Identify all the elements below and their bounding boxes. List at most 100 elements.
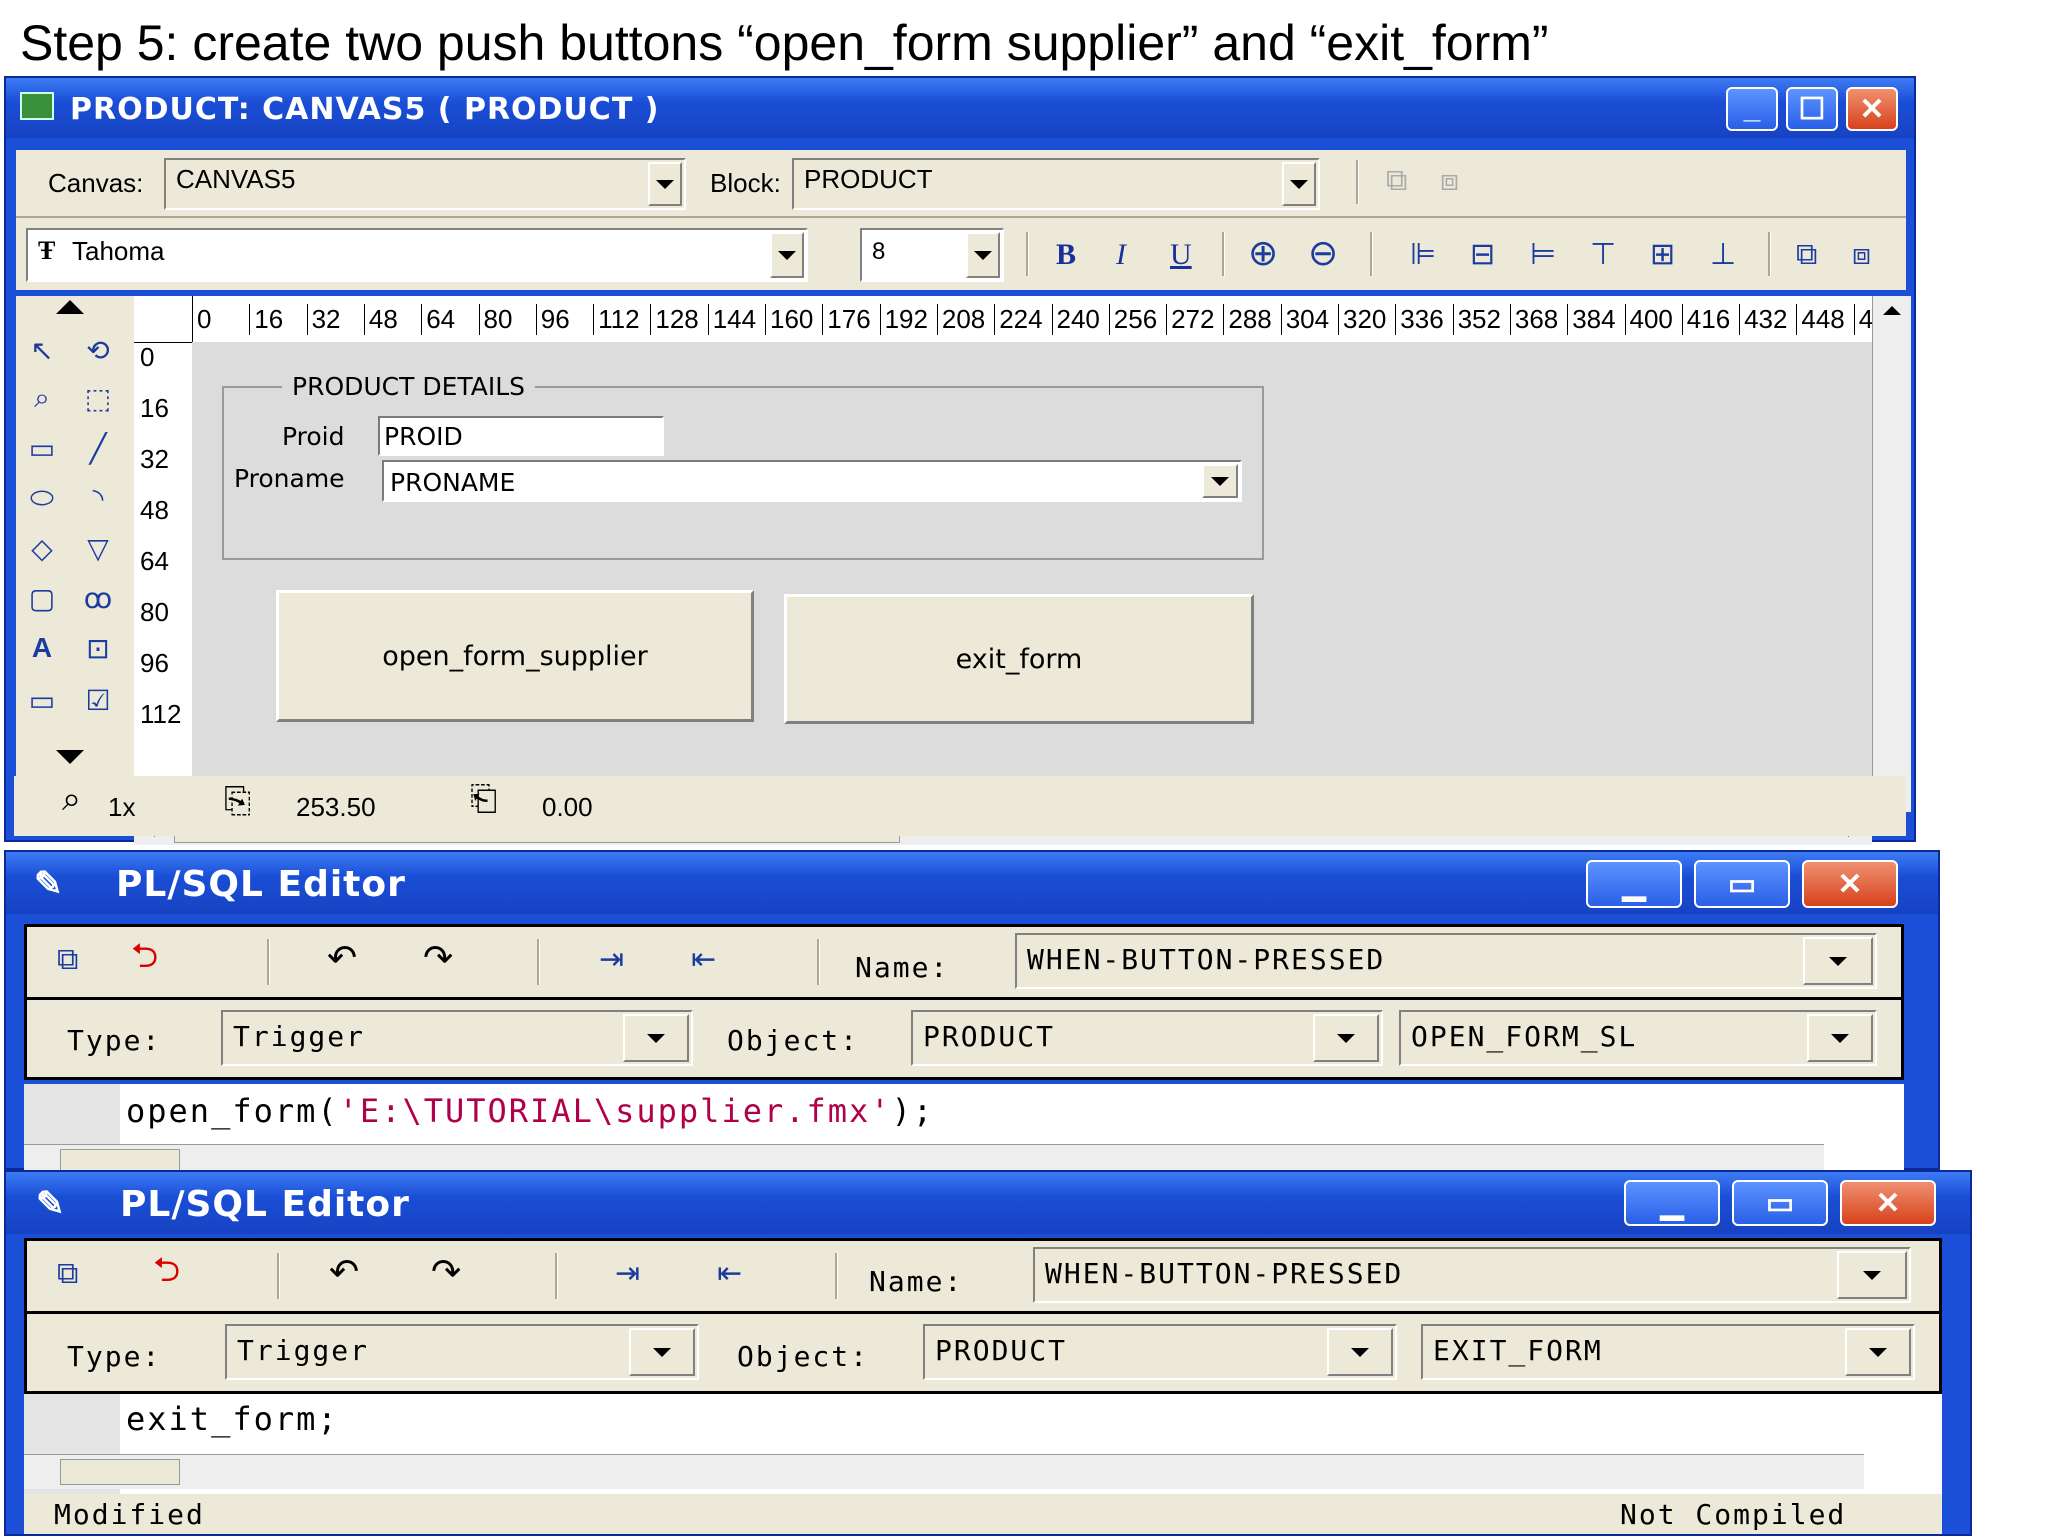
editor-icon: ✎: [34, 865, 63, 903]
bring-to-front-icon[interactable]: ⧉: [1796, 240, 1817, 270]
editor1-name-dropdown[interactable]: [1803, 937, 1873, 985]
rotate-tool-icon[interactable]: ⟲: [76, 330, 120, 370]
font-dropdown-button[interactable]: [770, 232, 804, 278]
proid-field[interactable]: PROID: [378, 416, 664, 456]
editor2-object-select[interactable]: PRODUCT: [923, 1324, 1397, 1380]
text-tool-icon[interactable]: A: [20, 628, 64, 668]
proname-dropdown-button[interactable]: [1202, 464, 1238, 498]
editor1-maximize-button[interactable]: ▭: [1694, 860, 1790, 908]
editor1-object-dropdown[interactable]: [1313, 1014, 1379, 1062]
align-middle-icon[interactable]: ⊞: [1650, 240, 1675, 270]
ruler-tick: 0: [140, 342, 155, 372]
goto-error-icon[interactable]: ⮌: [131, 939, 158, 973]
unindent-icon[interactable]: ⇤: [717, 1259, 742, 1289]
grouped-objects-icon[interactable]: ⧉: [1386, 166, 1407, 196]
editor2-item-dropdown[interactable]: [1845, 1328, 1911, 1376]
editor2-code-area[interactable]: exit_form;: [24, 1394, 1942, 1494]
undo-icon[interactable]: ↶: [329, 1254, 359, 1290]
position-x-icon: ⎘: [224, 782, 252, 820]
polygon-tool-icon[interactable]: ◇: [20, 528, 64, 568]
editor1-object-select[interactable]: PRODUCT: [911, 1010, 1383, 1066]
redo-icon[interactable]: ↷: [431, 1254, 461, 1290]
editor1-titlebar[interactable]: ✎ PL/SQL Editor ▁ ▭ ✕: [6, 852, 1938, 914]
block-dropdown-button[interactable]: [1282, 162, 1316, 206]
editor1-item-dropdown[interactable]: [1807, 1014, 1873, 1062]
align-left-icon[interactable]: ⊫: [1410, 240, 1436, 270]
canvas-select[interactable]: CANVAS5: [164, 158, 686, 210]
ruler-tick: 304: [1280, 304, 1329, 335]
align-bottom-icon[interactable]: ⊥: [1710, 240, 1736, 270]
button-tool-icon[interactable]: ▭: [20, 680, 64, 720]
block-select[interactable]: PRODUCT: [792, 158, 1320, 210]
polyline-tool-icon[interactable]: ▽: [76, 528, 120, 568]
indent-icon[interactable]: ⇥: [599, 945, 624, 975]
font-size-dropdown-button[interactable]: [966, 232, 1000, 278]
redo-icon[interactable]: ↷: [423, 940, 453, 976]
editor2-name-label: Name:: [869, 1265, 964, 1298]
arc-tool-icon[interactable]: ◝: [76, 478, 120, 518]
exit-form-button[interactable]: exit_form: [784, 594, 1254, 724]
align-top-icon[interactable]: ⊤: [1590, 240, 1616, 270]
underline-button[interactable]: U: [1170, 240, 1192, 270]
editor1-type-select[interactable]: Trigger: [221, 1010, 693, 1066]
zoom-out-icon[interactable]: ⊖: [1308, 235, 1338, 271]
editor2-name-select[interactable]: WHEN-BUTTON-PRESSED: [1033, 1247, 1911, 1303]
palette-scroll-down[interactable]: [56, 750, 84, 764]
rounded-rect-tool-icon[interactable]: ▢: [20, 578, 64, 618]
proname-list[interactable]: PRONAME: [382, 460, 1242, 502]
ungroup-icon[interactable]: ⧈: [1440, 166, 1459, 196]
vertical-scrollbar[interactable]: [1872, 296, 1911, 812]
editor2-type-select[interactable]: Trigger: [225, 1324, 699, 1380]
checkbox-tool-icon[interactable]: ☑: [76, 680, 120, 720]
canvas-dropdown-button[interactable]: [648, 162, 682, 206]
font-select[interactable]: Ŧ Tahoma: [26, 228, 808, 282]
align-center-icon[interactable]: ⊟: [1470, 240, 1495, 270]
maximize-button[interactable]: ☐: [1786, 87, 1838, 131]
editor1-name-select[interactable]: WHEN-BUTTON-PRESSED: [1015, 933, 1877, 989]
form-status-strip: ⌕ 1x ⎘ 253.50 ⎗ 0.00: [14, 776, 1906, 836]
indent-icon[interactable]: ⇥: [615, 1259, 640, 1289]
magnify-tool-icon[interactable]: ⌕: [20, 378, 64, 418]
compile-icon[interactable]: ⧉: [57, 1259, 78, 1289]
editor2-minimize-button[interactable]: ▁: [1624, 1180, 1720, 1226]
italic-button[interactable]: I: [1116, 240, 1126, 270]
editor1-item-select[interactable]: OPEN_FORM_SL: [1399, 1010, 1877, 1066]
editor2-maximize-button[interactable]: ▭: [1732, 1180, 1828, 1226]
line-tool-icon[interactable]: ╱: [76, 428, 120, 468]
form-builder-titlebar[interactable]: PRODUCT: CANVAS5 ( PRODUCT ) _ ☐ ✕: [6, 78, 1914, 138]
zoom-in-icon[interactable]: ⊕: [1248, 235, 1278, 271]
freehand-tool-icon[interactable]: ꝏ: [76, 578, 120, 618]
editor1-type-label: Type:: [67, 1024, 162, 1057]
reshape-tool-icon[interactable]: ⬚: [76, 378, 120, 418]
font-size-select[interactable]: 8: [860, 228, 1004, 282]
palette-scroll-up[interactable]: [56, 300, 84, 314]
editor2-type-dropdown[interactable]: [629, 1328, 695, 1376]
layout-canvas[interactable]: PRODUCT DETAILS Proid PROID Proname PRON…: [192, 342, 1872, 810]
select-tool-icon[interactable]: ↖: [20, 330, 64, 370]
send-to-back-icon[interactable]: ⧈: [1852, 240, 1871, 270]
editor2-close-button[interactable]: ✕: [1840, 1180, 1936, 1226]
editor2-item-select[interactable]: EXIT_FORM: [1421, 1324, 1915, 1380]
align-right-icon[interactable]: ⊨: [1530, 240, 1556, 270]
unindent-icon[interactable]: ⇤: [691, 945, 716, 975]
frame-tool-icon[interactable]: ⊡: [76, 628, 120, 668]
compile-icon[interactable]: ⧉: [57, 945, 78, 975]
goto-error-icon[interactable]: ⮌: [153, 1253, 180, 1287]
close-button[interactable]: ✕: [1846, 87, 1898, 131]
editor2-h-scrollbar[interactable]: [24, 1454, 1864, 1489]
editor1-name-label: Name:: [855, 951, 950, 984]
editor1-minimize-button[interactable]: ▁: [1586, 860, 1682, 908]
open-form-supplier-button[interactable]: open_form_supplier: [276, 590, 754, 722]
rectangle-tool-icon[interactable]: ▭: [20, 428, 64, 468]
editor2-object-dropdown[interactable]: [1327, 1328, 1393, 1376]
editor2-titlebar[interactable]: ✎ PL/SQL Editor ▁ ▭ ✕: [6, 1172, 1970, 1234]
editor1-close-button[interactable]: ✕: [1802, 860, 1898, 908]
status-compiled: Not Compiled: [1620, 1498, 1847, 1531]
editor2-name-dropdown[interactable]: [1837, 1251, 1907, 1299]
ellipse-tool-icon[interactable]: ⬭: [20, 478, 64, 518]
editor1-code-area[interactable]: open_form('E:\TUTORIAL\supplier.fmx');: [24, 1084, 1904, 1175]
bold-button[interactable]: B: [1056, 240, 1076, 270]
minimize-button[interactable]: _: [1726, 87, 1778, 131]
undo-icon[interactable]: ↶: [327, 940, 357, 976]
editor1-type-dropdown[interactable]: [623, 1014, 689, 1062]
